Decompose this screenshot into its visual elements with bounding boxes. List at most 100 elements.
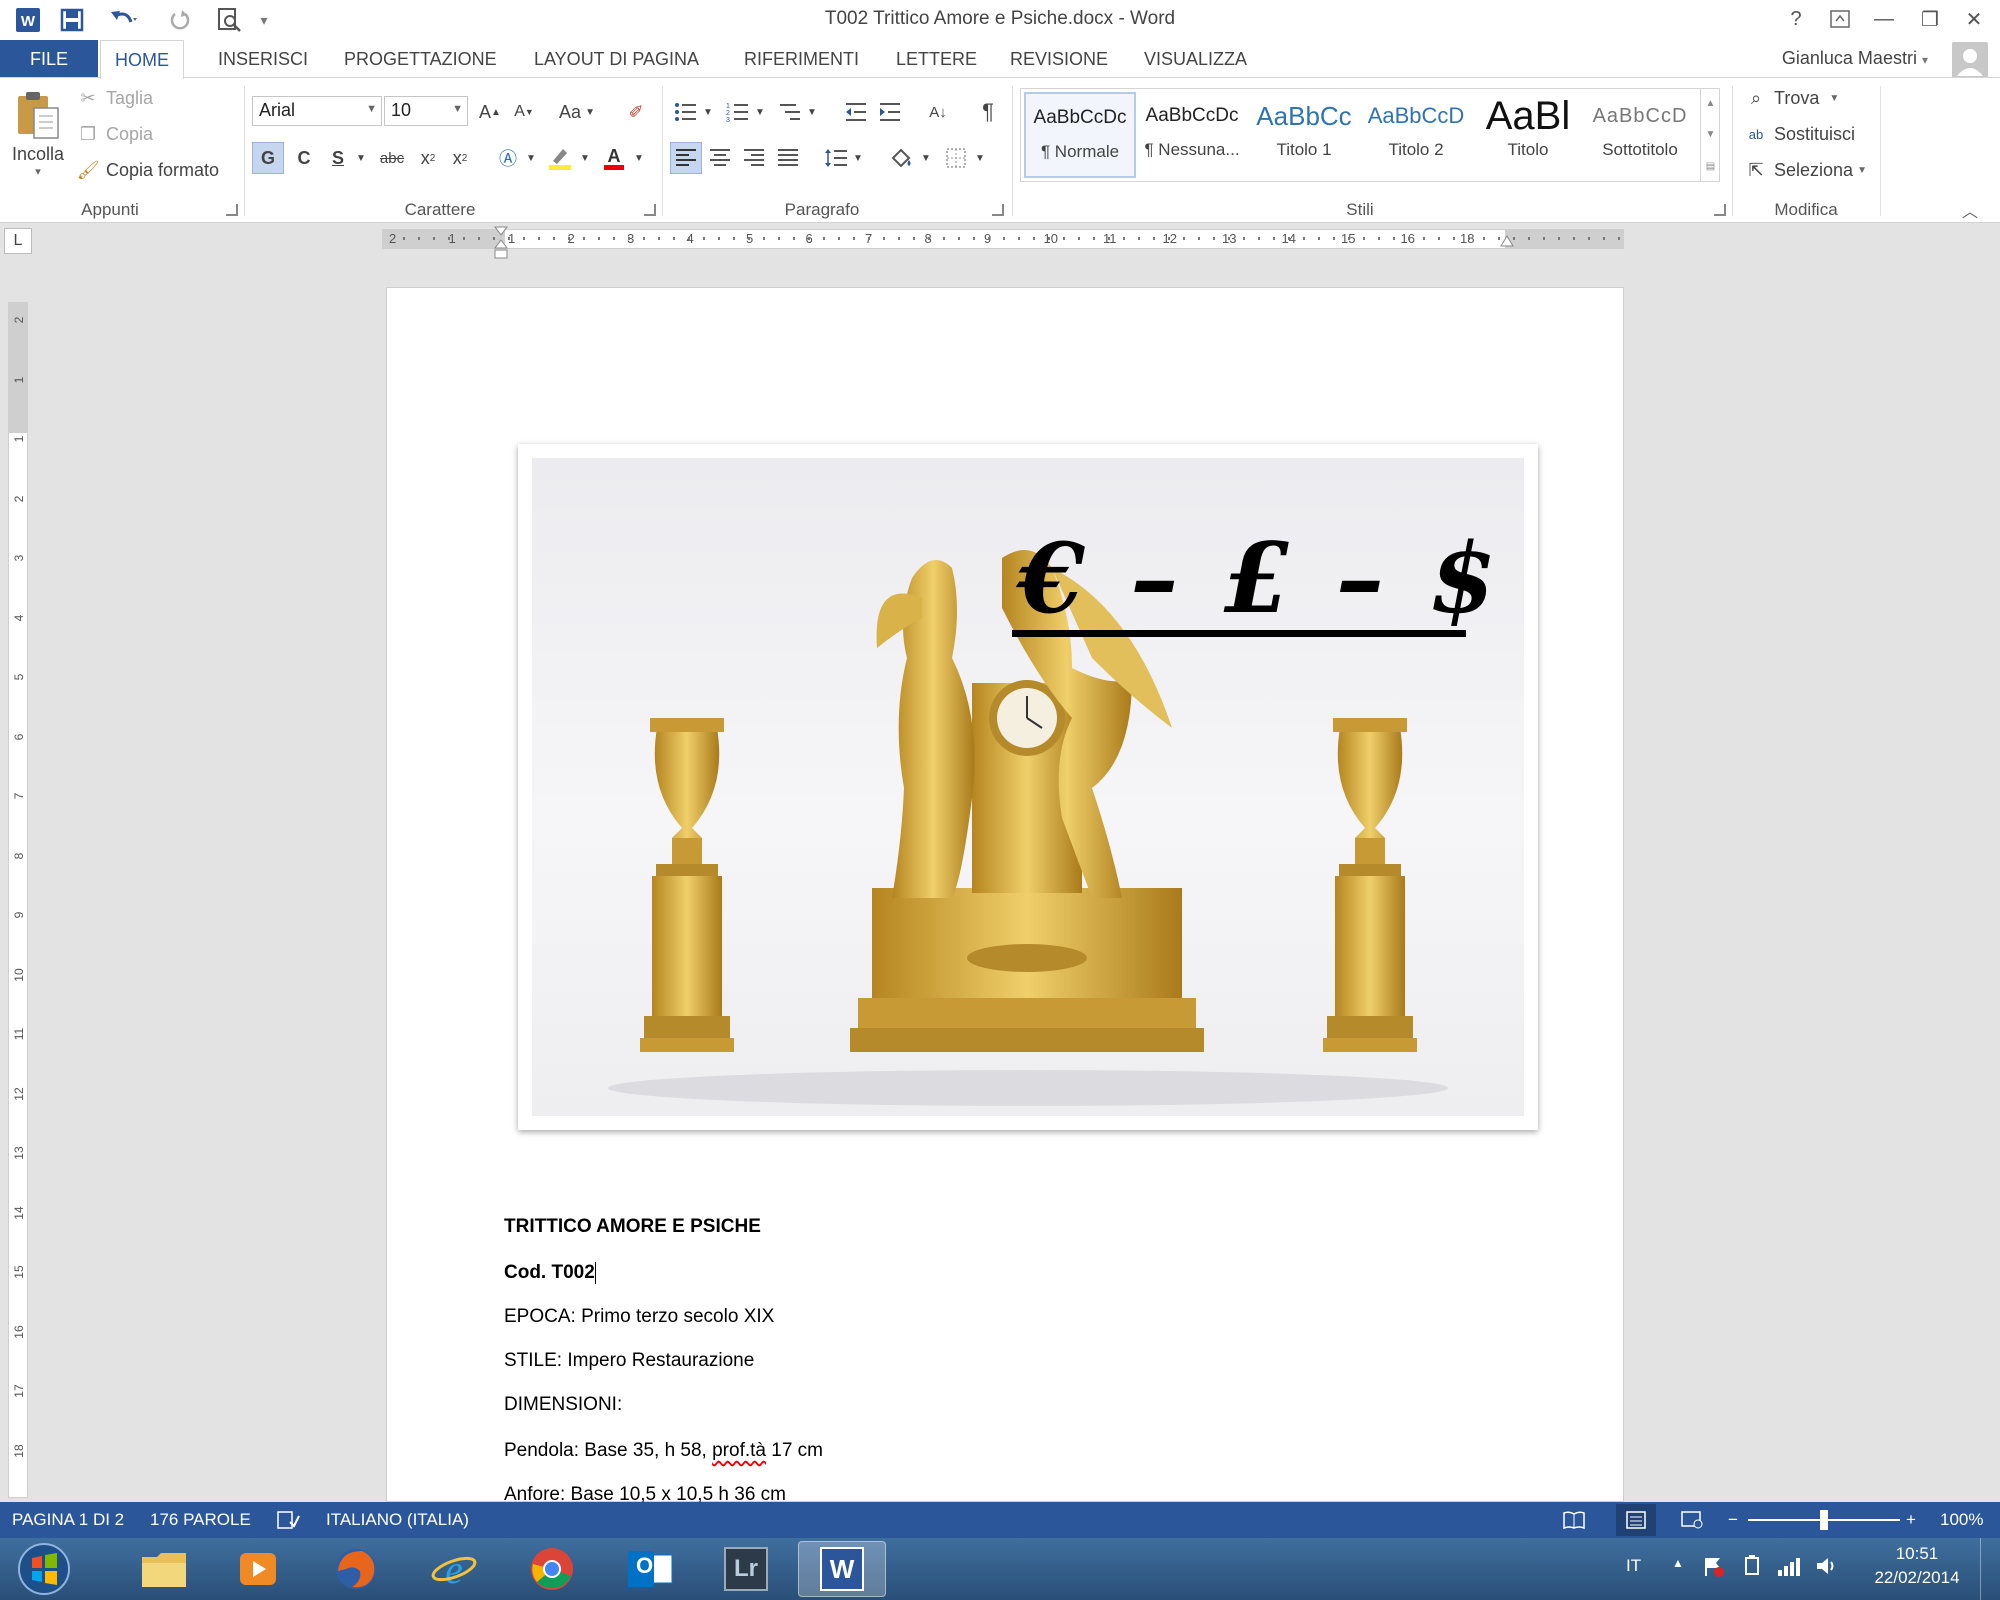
font-size-combo[interactable]: 10 ▼: [384, 96, 468, 126]
collapse-ribbon-icon[interactable]: ︿: [1962, 198, 1978, 222]
shrink-font-button[interactable]: A ▼: [508, 96, 540, 128]
word-count[interactable]: 176 PAROLE: [150, 1510, 251, 1530]
copy-button[interactable]: ❐ Copia: [76, 124, 153, 145]
chevron-down-icon[interactable]: ▼: [972, 142, 988, 174]
borders-icon[interactable]: [940, 142, 972, 174]
chevron-down-icon[interactable]: ▼: [804, 96, 820, 128]
replace-button[interactable]: ab Sostituisci: [1744, 124, 1855, 145]
tab-file[interactable]: FILE: [0, 40, 98, 78]
paragraph-launcher-icon[interactable]: [992, 204, 1004, 216]
style-titolo-2[interactable]: AaBbCcD Titolo 2: [1360, 92, 1472, 178]
zoom-slider-thumb[interactable]: [1820, 1510, 1828, 1530]
align-right-icon[interactable]: [738, 142, 770, 174]
avatar[interactable]: [1952, 42, 1988, 78]
clock-time[interactable]: 10:51: [1876, 1544, 1958, 1564]
doc-dimensioni[interactable]: DIMENSIONI:: [504, 1394, 622, 1416]
clipboard-launcher-icon[interactable]: [226, 204, 238, 216]
style-sottotitolo[interactable]: AaBbCcD Sottotitolo: [1584, 92, 1696, 178]
minimize-button[interactable]: —: [1862, 2, 1906, 36]
tab-stop-selector[interactable]: L: [4, 228, 32, 254]
cut-button[interactable]: ✂ Taglia: [76, 88, 153, 109]
italic-button[interactable]: C: [288, 142, 320, 174]
text-effects-icon[interactable]: Ⓐ: [492, 142, 524, 174]
font-name-combo[interactable]: Arial ▼: [252, 96, 382, 126]
media-player-icon[interactable]: [214, 1541, 302, 1597]
chevron-down-icon[interactable]: ▼: [918, 142, 934, 174]
print-layout-icon[interactable]: [1616, 1504, 1656, 1536]
chevron-down-icon[interactable]: ▼: [752, 96, 768, 128]
doc-heading[interactable]: TRITTICO AMORE E PSICHE: [504, 1216, 761, 1238]
help-button[interactable]: ?: [1774, 2, 1818, 36]
justify-icon[interactable]: [772, 142, 804, 174]
strikethrough-button[interactable]: abc: [374, 142, 410, 174]
explorer-icon[interactable]: [120, 1541, 208, 1597]
spelling-error[interactable]: prof.tà: [712, 1440, 766, 1461]
find-button[interactable]: ⌕ Trova ▼: [1744, 88, 1839, 109]
style-normale[interactable]: AaBbCcDc ¶ Normale: [1024, 92, 1136, 178]
user-name[interactable]: Gianluca Maestri ▾: [1782, 48, 1928, 69]
doc-code[interactable]: Cod. T002: [504, 1262, 596, 1284]
tab-progettazione[interactable]: PROGETTAZIONE: [330, 40, 511, 78]
zoom-in-button[interactable]: +: [1906, 1510, 1916, 1530]
start-button[interactable]: [4, 1541, 84, 1597]
doc-stile[interactable]: STILE: Impero Restaurazione: [504, 1350, 754, 1372]
vertical-scrollbar[interactable]: [1980, 254, 2000, 1502]
proofing-icon[interactable]: [276, 1510, 300, 1535]
increase-indent-icon[interactable]: [874, 96, 906, 128]
sort-icon[interactable]: A↓: [922, 96, 954, 128]
web-layout-icon[interactable]: [1680, 1510, 1704, 1535]
bold-button[interactable]: G: [252, 142, 284, 174]
bullets-icon[interactable]: [670, 96, 702, 128]
tab-visualizza[interactable]: VISUALIZZA: [1130, 40, 1261, 78]
align-center-icon[interactable]: [704, 142, 736, 174]
clock-date[interactable]: 22/02/2014: [1866, 1568, 1968, 1588]
grow-font-button[interactable]: A ▲: [474, 96, 506, 128]
page-count[interactable]: PAGINA 1 DI 2: [12, 1510, 124, 1530]
font-launcher-icon[interactable]: [644, 204, 656, 216]
numbering-icon[interactable]: 123: [722, 96, 754, 128]
chevron-down-icon[interactable]: ▼: [850, 142, 866, 174]
underline-button[interactable]: S: [322, 142, 354, 174]
chevron-up-icon[interactable]: ▲: [1706, 98, 1716, 109]
restore-button[interactable]: ❐: [1908, 2, 1952, 36]
input-language[interactable]: IT: [1626, 1556, 1641, 1576]
align-left-icon[interactable]: [670, 142, 702, 174]
format-painter-button[interactable]: 🖌 Copia formato: [76, 160, 220, 181]
close-button[interactable]: ✕: [1952, 2, 1996, 36]
zoom-out-button[interactable]: −: [1728, 1510, 1738, 1530]
volume-icon[interactable]: [1814, 1554, 1840, 1583]
more-styles-icon[interactable]: ▤: [1706, 161, 1715, 172]
indent-marker-icon[interactable]: [494, 226, 508, 265]
style-titolo[interactable]: AaBl Titolo: [1472, 92, 1584, 178]
tab-home[interactable]: HOME: [100, 40, 184, 79]
select-button[interactable]: ⇱ Seleziona ▼: [1744, 160, 1867, 181]
horizontal-ruler[interactable]: 211234567891011121314151618: [382, 229, 1624, 249]
ribbon-display-icon[interactable]: [1818, 2, 1862, 36]
line-spacing-icon[interactable]: [820, 142, 852, 174]
shading-icon[interactable]: [886, 142, 918, 174]
right-indent-marker-icon[interactable]: [1500, 234, 1514, 253]
style-nessuna[interactable]: AaBbCcDc ¶ Nessuna...: [1136, 92, 1248, 178]
action-center-icon[interactable]: [1702, 1554, 1726, 1583]
paste-button[interactable]: Incolla ▾: [10, 90, 66, 180]
tab-lettere[interactable]: LETTERE: [882, 40, 991, 78]
styles-launcher-icon[interactable]: [1714, 204, 1726, 216]
doc-epoca[interactable]: EPOCA: Primo terzo secolo XIX: [504, 1306, 774, 1328]
decrease-indent-icon[interactable]: [840, 96, 872, 128]
language-status[interactable]: ITALIANO (ITALIA): [326, 1510, 469, 1530]
change-case-button[interactable]: Aa ▼: [552, 96, 602, 128]
zoom-level[interactable]: 100%: [1940, 1510, 1983, 1530]
tab-layout-di-pagina[interactable]: LAYOUT DI PAGINA: [520, 40, 713, 78]
internet-explorer-icon[interactable]: e: [410, 1541, 498, 1597]
outlook-icon[interactable]: O: [606, 1541, 694, 1597]
chevron-down-icon[interactable]: ▼: [700, 96, 716, 128]
superscript-icon[interactable]: x2: [444, 142, 476, 174]
chevron-down-icon[interactable]: ▼: [576, 142, 594, 174]
doc-anfore[interactable]: Anfore: Base 10,5 x 10,5 h 36 cm: [504, 1484, 786, 1502]
highlight-icon[interactable]: [544, 142, 576, 174]
usb-icon[interactable]: [1740, 1554, 1764, 1583]
tray-expand-icon[interactable]: ▲: [1672, 1556, 1684, 1570]
style-gallery-scroll[interactable]: ▲ ▼ ▤: [1700, 88, 1720, 182]
chevron-down-icon[interactable]: ▼: [352, 142, 370, 174]
tab-inserisci[interactable]: INSERISCI: [204, 40, 322, 78]
